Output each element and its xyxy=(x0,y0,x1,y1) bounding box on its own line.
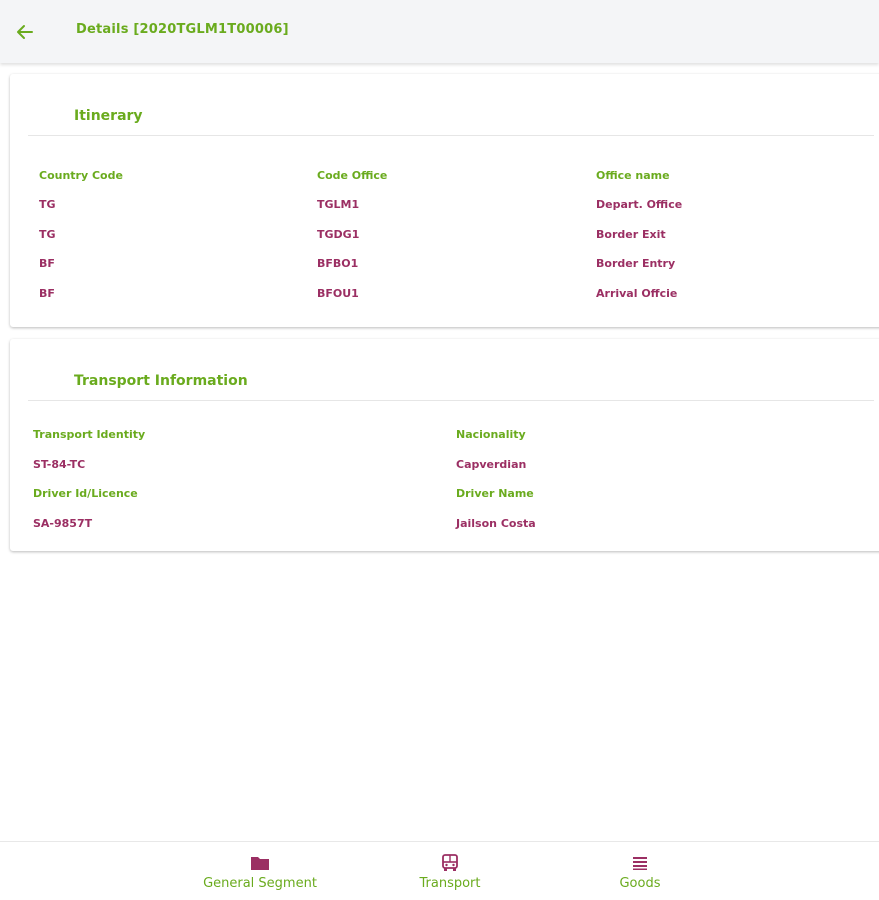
driver-name-value: Jailson Costa xyxy=(456,517,536,530)
nav-label-transport: Transport xyxy=(419,876,481,891)
transport-card: Transport Information Transport Identity… xyxy=(10,339,879,551)
driver-id-value: SA-9857T xyxy=(33,517,93,530)
nav-label-general-segment: General Segment xyxy=(203,876,317,891)
office-name-cell: Border Exit xyxy=(596,228,666,241)
office-name-cell: Depart. Office xyxy=(596,198,683,211)
column-header-code-office: Code Office xyxy=(317,169,388,182)
top-app-bar: Details [2020TGLM1T00006] xyxy=(0,0,879,63)
nav-transport[interactable]: Transport xyxy=(405,842,495,900)
office-name-cell: Arrival Offcie xyxy=(596,287,678,300)
driver-id-label: Driver Id/Licence xyxy=(33,487,138,500)
nav-general-segment[interactable]: General Segment xyxy=(195,842,325,900)
page-title: Details [2020TGLM1T00006] xyxy=(76,22,289,37)
country-code-cell: BF xyxy=(39,257,55,270)
column-header-country-code: Country Code xyxy=(39,169,123,182)
code-office-cell: BFBO1 xyxy=(317,257,359,270)
column-header-office-name: Office name xyxy=(596,169,670,182)
code-office-cell: TGDG1 xyxy=(317,228,360,241)
transport-identity-label: Transport Identity xyxy=(33,428,146,441)
country-code-cell: TG xyxy=(39,198,56,211)
nationality-value: Capverdian xyxy=(456,458,527,471)
itinerary-divider xyxy=(28,135,874,136)
list-icon xyxy=(630,855,650,871)
nationality-label: Nacionality xyxy=(456,428,526,441)
itinerary-card: Itinerary Country Code Code Office Offic… xyxy=(10,74,879,327)
back-button[interactable] xyxy=(12,19,38,45)
app-root: Details [2020TGLM1T00006] Itinerary Coun… xyxy=(0,0,879,900)
country-code-cell: TG xyxy=(39,228,56,241)
code-office-cell: TGLM1 xyxy=(317,198,360,211)
driver-name-label: Driver Name xyxy=(456,487,534,500)
code-office-cell: BFOU1 xyxy=(317,287,359,300)
office-name-cell: Border Entry xyxy=(596,257,676,270)
country-code-cell: BF xyxy=(39,287,55,300)
transport-title: Transport Information xyxy=(74,373,248,389)
transport-divider xyxy=(28,400,874,401)
arrow-left-icon xyxy=(17,25,33,39)
nav-label-goods: Goods xyxy=(619,876,661,891)
nav-goods[interactable]: Goods xyxy=(600,842,680,900)
itinerary-title: Itinerary xyxy=(74,108,143,124)
bus-icon xyxy=(440,854,460,871)
bottom-navigation: General Segment Transport Goods xyxy=(0,841,879,900)
folder-icon xyxy=(250,855,270,871)
transport-identity-value: ST-84-TC xyxy=(33,458,86,471)
